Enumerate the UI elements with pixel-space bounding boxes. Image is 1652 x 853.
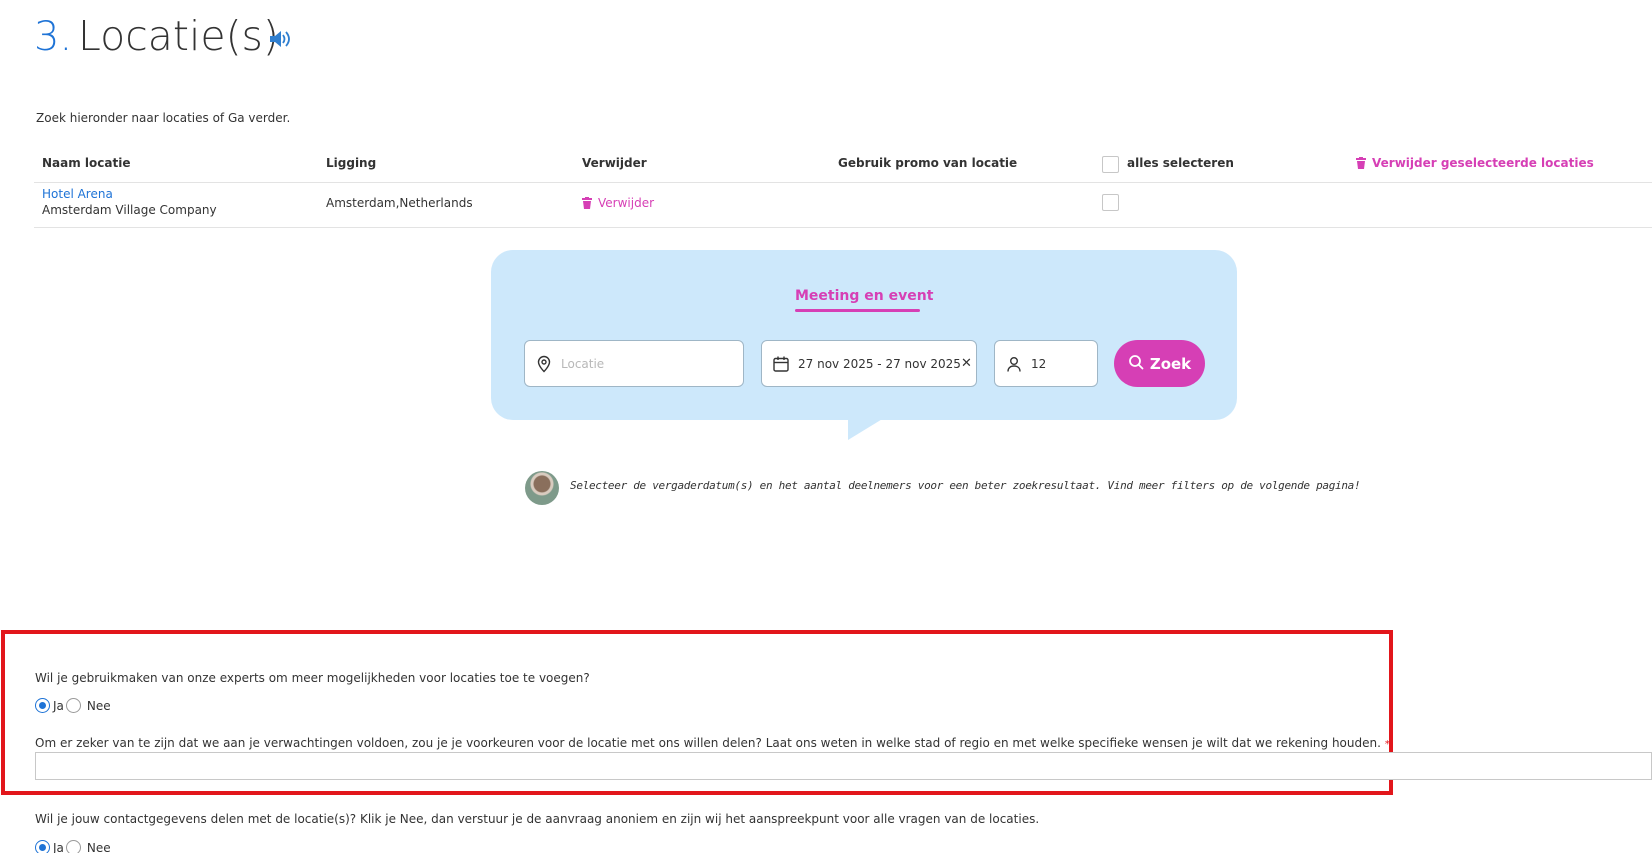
active-tab-indicator	[795, 309, 920, 312]
location-input[interactable]	[561, 356, 743, 371]
hotel-name-link[interactable]: Hotel Arena	[42, 187, 217, 201]
delete-selected-button[interactable]: Verwijder geselecteerde locaties	[1356, 156, 1594, 170]
row-delete-label: Verwijder	[598, 196, 655, 210]
row-location: Amsterdam,Netherlands	[326, 196, 473, 210]
contact-radio-group: Ja Nee	[35, 840, 111, 853]
date-range-value: 27 nov 2025 - 27 nov 2025	[798, 356, 961, 371]
row-delete-button[interactable]: Verwijder	[582, 196, 654, 210]
close-icon[interactable]: ✕	[961, 356, 976, 371]
select-all-label: alles selecteren	[1127, 156, 1234, 170]
experts-radio-group: Ja Nee	[35, 698, 111, 713]
person-icon	[1005, 355, 1023, 373]
experts-question: Wil je gebruikmaken van onze experts om …	[35, 671, 590, 685]
company-name: Amsterdam Village Company	[42, 203, 217, 217]
location-pin-icon	[535, 355, 553, 373]
required-mark: *	[1384, 739, 1390, 750]
trash-icon	[1356, 157, 1366, 169]
page-title: Locatie(s)	[78, 12, 279, 60]
search-button-label: Zoek	[1149, 354, 1192, 373]
contact-yes-radio[interactable]	[35, 840, 50, 853]
experts-yes-label[interactable]: Ja	[53, 699, 64, 713]
column-header-location: Ligging	[326, 156, 377, 170]
preferences-question: Om er zeker van te zijn dat we aan je ve…	[35, 736, 1390, 750]
contact-yes-label[interactable]: Ja	[53, 841, 64, 853]
column-header-promo: Gebruik promo van locatie	[838, 156, 1018, 170]
trash-icon	[582, 197, 592, 209]
preferences-question-text: Om er zeker van te zijn dat we aan je ve…	[35, 736, 1381, 750]
participants-value: 12	[1031, 356, 1047, 371]
location-field[interactable]	[524, 340, 744, 387]
experts-no-radio[interactable]	[65, 698, 81, 713]
calendar-icon	[772, 355, 790, 373]
tab-meeting-en-event[interactable]: Meeting en event	[795, 288, 933, 304]
table-divider	[34, 182, 1652, 183]
step-number: 3.	[34, 14, 73, 60]
experts-no-label[interactable]: Nee	[87, 699, 111, 713]
intro-text: Zoek hieronder naar locaties of Ga verde…	[36, 111, 291, 125]
speaker-icon[interactable]	[268, 28, 292, 50]
column-header-name: Naam locatie	[42, 156, 131, 170]
participants-field[interactable]: 12	[994, 340, 1098, 387]
contact-no-label[interactable]: Nee	[87, 841, 111, 853]
delete-selected-label: Verwijder geselecteerde locaties	[1372, 156, 1594, 170]
search-icon	[1128, 354, 1144, 374]
row-select-checkbox[interactable]	[1102, 194, 1119, 211]
search-button[interactable]: Zoek	[1114, 340, 1205, 387]
select-all-checkbox[interactable]	[1102, 156, 1119, 173]
search-tip: Selecteer de vergaderdatum(s) en het aan…	[570, 479, 1361, 492]
advisor-avatar	[525, 471, 559, 505]
contact-question: Wil je jouw contactgegevens delen met de…	[35, 812, 1040, 826]
date-range-field[interactable]: 27 nov 2025 - 27 nov 2025 ✕	[761, 340, 977, 387]
card-pointer	[848, 418, 884, 440]
search-card	[491, 250, 1237, 420]
contact-no-radio[interactable]	[65, 840, 81, 853]
experts-yes-radio[interactable]	[35, 698, 50, 713]
table-divider	[34, 227, 1652, 228]
preferences-input[interactable]	[35, 752, 1652, 780]
table-row: Hotel Arena Amsterdam Village Company	[42, 187, 217, 217]
column-header-delete: Verwijder	[582, 156, 647, 170]
